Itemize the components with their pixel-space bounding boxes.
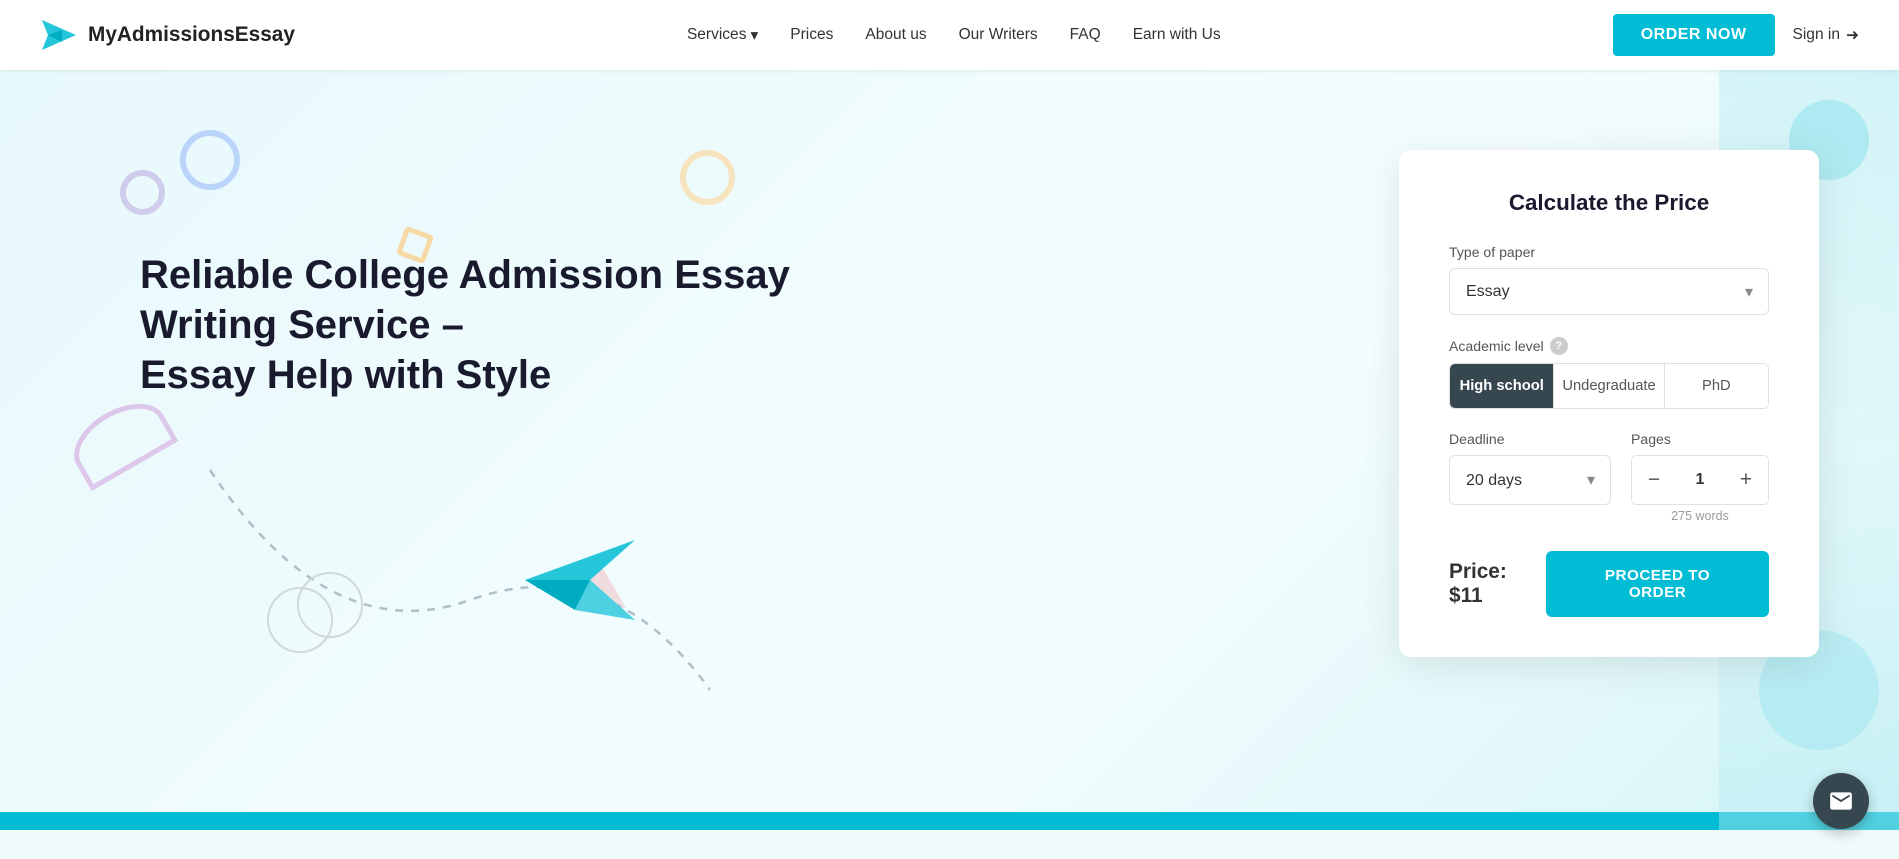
academic-phd-button[interactable]: PhD (1665, 364, 1768, 408)
academic-level-buttons: High school Undegraduate PhD (1449, 363, 1769, 409)
price-calculator: Calculate the Price Type of paper Essay … (1399, 150, 1819, 657)
nav-prices[interactable]: Prices (790, 26, 833, 44)
deco-path (150, 450, 730, 710)
deadline-pages-row: Deadline 3 hours 6 hours 12 hours 24 hou… (1449, 431, 1769, 527)
bottom-teal-strip (0, 812, 1899, 830)
envelope-icon (1828, 788, 1854, 814)
nav-earn[interactable]: Earn with Us (1133, 26, 1221, 44)
price-display: Price: $11 (1449, 560, 1546, 608)
nav-about[interactable]: About us (865, 26, 926, 44)
sign-in-icon: ➜ (1846, 26, 1859, 45)
hero-title: Reliable College Admission Essay Writing… (140, 250, 820, 400)
pages-control: − 1 + (1631, 455, 1769, 505)
pages-words-label: 275 words (1631, 509, 1769, 523)
chat-bubble-button[interactable] (1813, 773, 1869, 829)
nav-writers[interactable]: Our Writers (959, 26, 1038, 44)
deadline-label: Deadline (1449, 431, 1611, 447)
logo-link[interactable]: MyAdmissionsEssay (40, 18, 295, 52)
chevron-down-icon: ▾ (750, 26, 758, 45)
help-icon: ? (1550, 337, 1568, 355)
proceed-to-order-button[interactable]: PROCEED TO ORDER (1546, 551, 1769, 617)
academic-high-school-button[interactable]: High school (1450, 364, 1554, 408)
deadline-select[interactable]: 3 hours 6 hours 12 hours 24 hours 2 days… (1449, 455, 1611, 505)
deadline-field: Deadline 3 hours 6 hours 12 hours 24 hou… (1449, 431, 1611, 527)
sign-in-link[interactable]: Sign in ➜ (1793, 26, 1859, 45)
pages-label: Pages (1631, 431, 1769, 447)
price-row: Price: $11 PROCEED TO ORDER (1449, 551, 1769, 617)
academic-level-field: Academic level ? High school Undegraduat… (1449, 337, 1769, 409)
logo-icon (40, 18, 78, 52)
nav-cta: ORDER NOW Sign in ➜ (1613, 14, 1859, 56)
deadline-select-wrapper: 3 hours 6 hours 12 hours 24 hours 2 days… (1449, 455, 1611, 505)
type-of-paper-label: Type of paper (1449, 244, 1769, 260)
nav-links: Services ▾ Prices About us Our Writers F… (687, 26, 1221, 45)
navbar: MyAdmissionsEssay Services ▾ Prices Abou… (0, 0, 1899, 70)
pages-field: Pages − 1 + 275 words (1631, 431, 1769, 527)
nav-services[interactable]: Services ▾ (687, 26, 758, 45)
type-of-paper-select[interactable]: Essay Research Paper Term Paper Thesis D… (1449, 268, 1769, 315)
academic-undergraduate-button[interactable]: Undegraduate (1554, 364, 1664, 408)
order-now-button[interactable]: ORDER NOW (1613, 14, 1775, 56)
logo-text: MyAdmissionsEssay (88, 23, 295, 47)
hero-section: Reliable College Admission Essay Writing… (0, 70, 1899, 830)
nav-faq[interactable]: FAQ (1070, 26, 1101, 44)
paper-plane-decoration (520, 535, 640, 630)
academic-level-label: Academic level ? (1449, 337, 1769, 355)
hero-text: Reliable College Admission Essay Writing… (140, 130, 820, 440)
pages-decrement-button[interactable]: − (1632, 456, 1676, 504)
calc-title: Calculate the Price (1449, 190, 1769, 216)
pages-increment-button[interactable]: + (1724, 456, 1768, 504)
type-of-paper-field: Type of paper Essay Research Paper Term … (1449, 244, 1769, 315)
pages-count-display: 1 (1676, 471, 1724, 489)
type-of-paper-select-wrapper: Essay Research Paper Term Paper Thesis D… (1449, 268, 1769, 315)
